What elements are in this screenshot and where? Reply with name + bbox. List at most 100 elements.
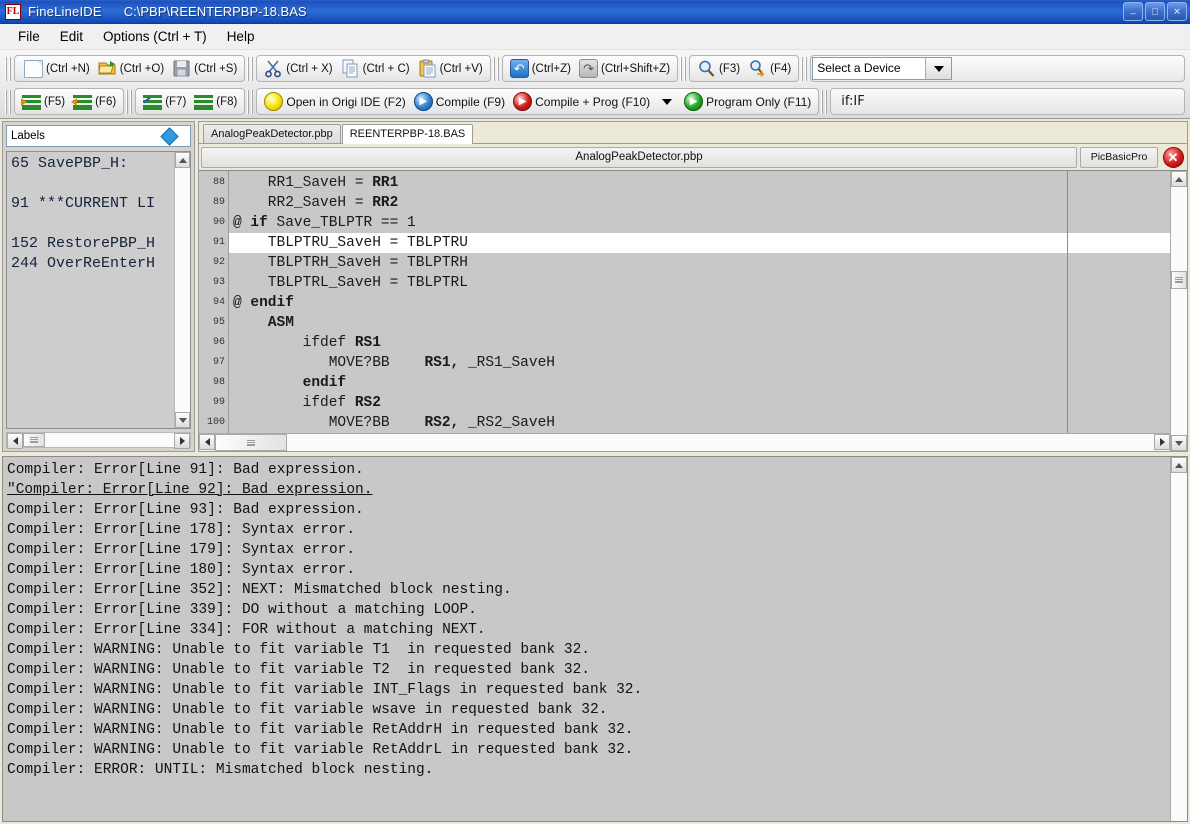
code-line[interactable]: @ if Save_TBLPTR == 1 xyxy=(229,213,1170,233)
menu-file[interactable]: File xyxy=(8,26,50,47)
output-line[interactable]: Compiler: Error[Line 180]: Syntax error. xyxy=(7,560,1170,580)
output-line[interactable]: Compiler: Error[Line 178]: Syntax error. xyxy=(7,520,1170,540)
compiler-output-text[interactable]: Compiler: Error[Line 91]: Bad expression… xyxy=(3,457,1170,821)
output-line[interactable]: Compiler: Error[Line 91]: Bad expression… xyxy=(7,460,1170,480)
scroll-down-icon[interactable] xyxy=(175,412,190,428)
output-vertical-scrollbar[interactable] xyxy=(1170,457,1187,821)
tab-reenterpbp[interactable]: REENTERPBP-18.BAS xyxy=(342,124,474,144)
code-line[interactable]: endif xyxy=(229,373,1170,393)
code-hscroll-thumb[interactable] xyxy=(215,434,287,451)
toolbar-grip-icon-2[interactable] xyxy=(247,57,254,81)
uncomment-button[interactable]: (F8) xyxy=(191,90,240,113)
code-line-current[interactable]: TBLPTRU_SaveH = TBLPTRU xyxy=(229,233,1170,253)
copy-button[interactable]: (Ctrl + C) xyxy=(338,57,413,80)
find-next-button[interactable]: (F4) xyxy=(745,57,794,80)
labels-list[interactable]: 65 SavePBP_H: 91 ***CURRENT LI 152 Resto… xyxy=(6,151,191,429)
toolbar-grip-icon-8[interactable] xyxy=(247,90,254,114)
compile-and-program-button[interactable]: ▶ Compile + Prog (F10) xyxy=(510,90,653,113)
open-file-button[interactable]: (Ctrl +O) xyxy=(95,57,167,80)
labels-vertical-scrollbar[interactable] xyxy=(174,152,190,428)
output-line[interactable]: Compiler: WARNING: Unable to fit variabl… xyxy=(7,700,1170,720)
code-vscroll-track-upper[interactable] xyxy=(1171,187,1187,271)
output-line[interactable]: Compiler: Error[Line 179]: Syntax error. xyxy=(7,540,1170,560)
window-close-button[interactable] xyxy=(1167,2,1187,21)
redo-button[interactable]: ↷ (Ctrl+Shift+Z) xyxy=(576,57,673,80)
compiler-output-panel[interactable]: Compiler: Error[Line 91]: Bad expression… xyxy=(2,456,1188,822)
toolbar-grip-icon-6[interactable] xyxy=(5,90,12,114)
menu-edit[interactable]: Edit xyxy=(50,26,93,47)
code-hscroll-track[interactable] xyxy=(287,434,1154,451)
save-file-button[interactable]: (Ctrl +S) xyxy=(169,57,240,80)
output-line-selected[interactable]: "Compiler: Error[Line 92]: Bad expressio… xyxy=(7,480,1170,500)
toolbar-grip-icon-4[interactable] xyxy=(680,57,687,81)
active-file-name-button[interactable]: AnalogPeakDetector.pbp xyxy=(201,147,1077,168)
compile-button[interactable]: ▶ Compile (F9) xyxy=(411,90,508,113)
output-line[interactable]: Compiler: WARNING: Unable to fit variabl… xyxy=(7,720,1170,740)
output-line[interactable]: Compiler: WARNING: Unable to fit variabl… xyxy=(7,660,1170,680)
code-line[interactable]: ifdef RS2 xyxy=(229,393,1170,413)
diamond-dropdown-icon[interactable] xyxy=(160,127,178,145)
output-line[interactable]: Compiler: Error[Line 93]: Bad expression… xyxy=(7,500,1170,520)
output-line[interactable]: Compiler: Error[Line 339]: DO without a … xyxy=(7,600,1170,620)
list-item[interactable]: 91 ***CURRENT LI xyxy=(11,194,174,214)
indent-left-button[interactable]: (F6) xyxy=(70,90,119,113)
code-line[interactable]: @ endif xyxy=(229,293,1170,313)
paste-button[interactable]: (Ctrl +V) xyxy=(415,57,486,80)
open-in-original-ide-button[interactable]: ○ Open in Origi IDE (F2) xyxy=(261,90,408,113)
labels-scroll-track[interactable] xyxy=(175,168,190,412)
undo-button[interactable]: ↶ (Ctrl+Z) xyxy=(507,57,574,80)
program-only-button[interactable]: ▶ Program Only (F11) xyxy=(681,90,814,113)
maximize-button[interactable] xyxy=(1145,2,1165,21)
output-line[interactable]: Compiler: WARNING: Unable to fit variabl… xyxy=(7,640,1170,660)
menu-options[interactable]: Options (Ctrl + T) xyxy=(93,26,217,47)
toolbar-grip-icon-3[interactable] xyxy=(493,57,500,81)
toolbar-grip-icon-7[interactable] xyxy=(126,90,133,114)
output-line[interactable]: Compiler: ERROR: UNTIL: Mismatched block… xyxy=(7,760,1170,780)
new-file-button[interactable]: (Ctrl +N) xyxy=(19,57,93,80)
tab-analogpeakdetector[interactable]: AnalogPeakDetector.pbp xyxy=(203,124,341,143)
code-body[interactable]: 88 89 90 91 92 93 94 95 96 97 98 xyxy=(199,171,1170,433)
code-line[interactable]: ifdef RS1 xyxy=(229,333,1170,353)
scroll-right-icon[interactable] xyxy=(1154,434,1170,450)
toolbar-grip-icon[interactable] xyxy=(5,57,12,81)
find-button[interactable]: (F3) xyxy=(694,57,743,80)
output-line[interactable]: Compiler: Error[Line 352]: NEXT: Mismatc… xyxy=(7,580,1170,600)
labels-hscroll-track[interactable] xyxy=(45,433,174,447)
labels-selector-combo[interactable]: Labels xyxy=(6,125,191,147)
list-item[interactable]: 65 SavePBP_H: xyxy=(11,154,174,174)
list-item[interactable]: 152 RestorePBP_H xyxy=(11,234,174,254)
scroll-right-icon[interactable] xyxy=(174,433,190,449)
list-item[interactable]: 244 OverReEnterH xyxy=(11,254,174,274)
code-horizontal-scrollbar[interactable] xyxy=(199,433,1170,451)
scroll-left-icon[interactable] xyxy=(199,434,215,450)
scroll-up-icon[interactable] xyxy=(1171,171,1187,187)
labels-horizontal-scrollbar[interactable] xyxy=(6,432,191,448)
toolbar-grip-icon-9[interactable] xyxy=(821,90,828,114)
cut-button[interactable]: (Ctrl + X) xyxy=(261,57,335,80)
toolbar-grip-icon-5[interactable] xyxy=(801,57,808,81)
code-vertical-scrollbar[interactable] xyxy=(1170,171,1187,451)
code-vscroll-thumb[interactable] xyxy=(1171,271,1187,289)
code-line[interactable]: ASM xyxy=(229,313,1170,333)
scroll-up-icon[interactable] xyxy=(1171,457,1187,473)
code-line[interactable]: RR1_SaveH = RR1 xyxy=(229,173,1170,193)
output-line[interactable]: Compiler: WARNING: Unable to fit variabl… xyxy=(7,740,1170,760)
code-line[interactable]: MOVE?BB RS2, _RS2_SaveH xyxy=(229,413,1170,433)
output-line[interactable]: Compiler: Error[Line 334]: FOR without a… xyxy=(7,620,1170,640)
output-line[interactable]: Compiler: WARNING: Unable to fit variabl… xyxy=(7,680,1170,700)
scroll-left-icon[interactable] xyxy=(7,433,23,449)
code-line[interactable]: MOVE?BB RS1, _RS1_SaveH xyxy=(229,353,1170,373)
chevron-down-icon[interactable] xyxy=(662,99,672,105)
minimize-button[interactable] xyxy=(1123,2,1143,21)
output-vscroll-track[interactable] xyxy=(1171,473,1187,821)
code-line[interactable]: RR2_SaveH = RR2 xyxy=(229,193,1170,213)
device-combo-arrow-icon[interactable] xyxy=(925,58,951,79)
code-line[interactable]: TBLPTRL_SaveH = TBLPTRL xyxy=(229,273,1170,293)
menu-help[interactable]: Help xyxy=(217,26,265,47)
comment-button[interactable]: (F7) xyxy=(140,90,189,113)
labels-hscroll-thumb[interactable] xyxy=(23,433,45,447)
language-mode-button[interactable]: PicBasicPro xyxy=(1080,147,1158,168)
scroll-up-icon[interactable] xyxy=(175,152,190,168)
scroll-down-icon[interactable] xyxy=(1171,435,1187,451)
code-vscroll-track-lower[interactable] xyxy=(1171,289,1187,435)
